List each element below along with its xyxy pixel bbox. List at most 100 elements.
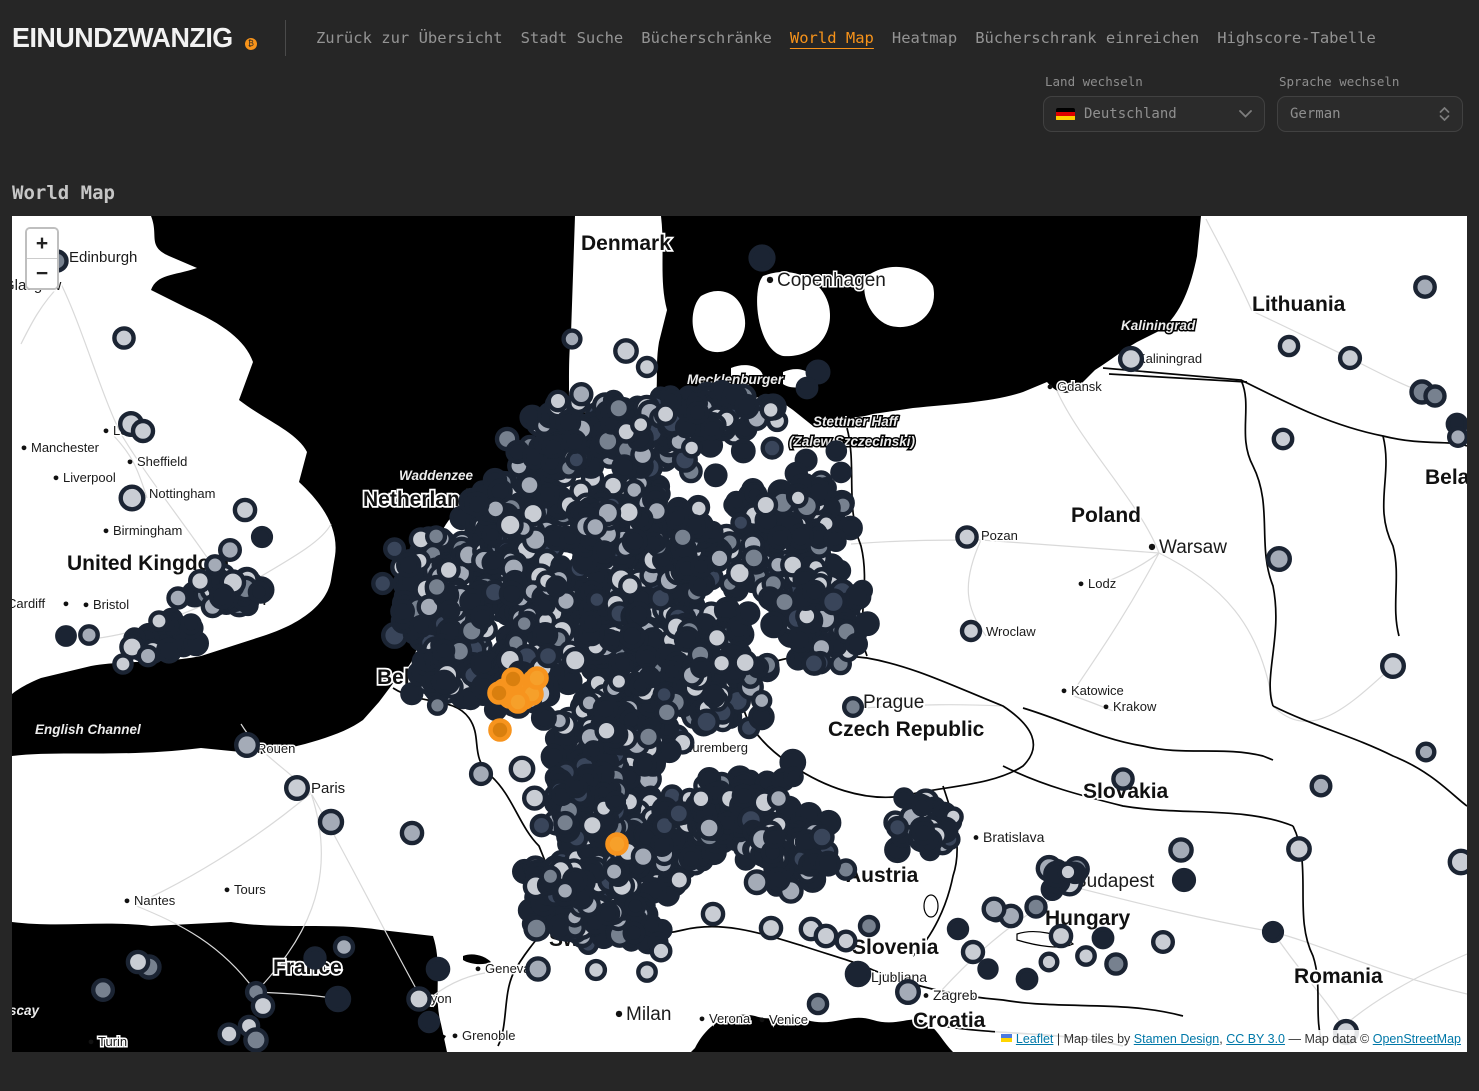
map-marker[interactable]: [564, 431, 584, 451]
map-marker[interactable]: [734, 786, 754, 806]
map-marker[interactable]: [211, 585, 233, 607]
map-marker[interactable]: [114, 655, 131, 672]
map-marker[interactable]: [1170, 839, 1191, 860]
map-marker[interactable]: [253, 528, 271, 546]
map-marker[interactable]: [548, 578, 566, 596]
map-marker[interactable]: [857, 614, 877, 634]
map-marker[interactable]: [804, 653, 824, 673]
map-marker[interactable]: [564, 649, 586, 671]
map-marker[interactable]: [652, 835, 671, 854]
map-marker[interactable]: [753, 692, 770, 709]
map-marker[interactable]: [472, 607, 492, 627]
map-marker[interactable]: [790, 629, 811, 650]
map-marker[interactable]: [114, 328, 133, 347]
map-marker-orange[interactable]: [509, 693, 528, 712]
map-marker[interactable]: [564, 331, 581, 348]
map-marker[interactable]: [1060, 864, 1077, 881]
nav-link-b-cherschr-nke[interactable]: Bücherschränke: [641, 29, 772, 47]
map-marker[interactable]: [643, 916, 661, 934]
map-marker[interactable]: [467, 494, 488, 515]
map-marker[interactable]: [1174, 870, 1194, 890]
map-marker[interactable]: [427, 527, 445, 545]
map-marker[interactable]: [80, 626, 97, 643]
map-marker[interactable]: [897, 981, 919, 1003]
map-marker[interactable]: [182, 615, 199, 632]
map-marker[interactable]: [428, 959, 448, 979]
map-marker[interactable]: [220, 540, 240, 560]
map-marker[interactable]: [582, 815, 603, 836]
map-marker[interactable]: [957, 527, 976, 546]
map-marker[interactable]: [844, 698, 862, 716]
map-marker[interactable]: [860, 917, 878, 935]
map-marker[interactable]: [526, 918, 548, 940]
map-marker[interactable]: [1051, 926, 1071, 946]
map-marker[interactable]: [555, 813, 574, 832]
map-marker[interactable]: [549, 392, 567, 410]
map-marker[interactable]: [696, 711, 718, 733]
map-marker[interactable]: [756, 495, 776, 515]
map-marker[interactable]: [746, 871, 768, 893]
map-marker[interactable]: [817, 853, 839, 875]
map-marker[interactable]: [420, 1013, 438, 1031]
map-marker[interactable]: [133, 421, 153, 441]
map-marker[interactable]: [615, 340, 636, 361]
map-marker[interactable]: [556, 882, 574, 900]
map-marker[interactable]: [1113, 769, 1132, 788]
map-marker[interactable]: [57, 627, 74, 644]
map-marker[interactable]: [434, 672, 454, 692]
zoom-out-button[interactable]: −: [27, 259, 57, 288]
map-marker[interactable]: [980, 961, 997, 978]
map-marker[interactable]: [692, 659, 709, 676]
nav-link-stadt-suche[interactable]: Stadt Suche: [521, 29, 624, 47]
map-marker[interactable]: [327, 988, 349, 1010]
map-marker[interactable]: [306, 949, 325, 968]
map-marker[interactable]: [1280, 337, 1298, 355]
map-marker[interactable]: [733, 441, 753, 461]
attribution-link-stamen-design[interactable]: Stamen Design: [1134, 1032, 1219, 1046]
map-marker[interactable]: [527, 958, 548, 979]
attribution-link-openstreetmap[interactable]: OpenStreetMap: [1373, 1032, 1461, 1046]
map-marker[interactable]: [624, 531, 646, 553]
map-marker[interactable]: [1288, 838, 1309, 859]
map-marker[interactable]: [632, 416, 649, 433]
map-marker[interactable]: [253, 996, 273, 1016]
map-marker[interactable]: [751, 247, 774, 270]
map-marker[interactable]: [1027, 898, 1046, 917]
map-marker[interactable]: [128, 952, 148, 972]
map-marker[interactable]: [511, 758, 533, 780]
map-marker[interactable]: [408, 988, 429, 1009]
map-marker[interactable]: [598, 904, 618, 924]
map-marker[interactable]: [93, 980, 113, 1000]
map-marker[interactable]: [735, 652, 756, 673]
map-marker[interactable]: [320, 811, 342, 833]
nav-link-heatmap[interactable]: Heatmap: [892, 29, 957, 47]
map-marker[interactable]: [790, 526, 812, 548]
map-marker[interactable]: [1340, 348, 1360, 368]
map-marker[interactable]: [761, 918, 781, 938]
map-marker[interactable]: [484, 553, 503, 572]
map-marker[interactable]: [1268, 548, 1290, 570]
map-marker[interactable]: [769, 870, 789, 890]
map-marker[interactable]: [743, 547, 764, 568]
map-marker[interactable]: [150, 612, 167, 629]
map-marker[interactable]: [250, 583, 268, 601]
map-marker[interactable]: [1041, 954, 1058, 971]
map-marker[interactable]: [738, 603, 758, 623]
country-select[interactable]: Deutschland: [1043, 96, 1265, 132]
nav-link-world-map[interactable]: World Map: [790, 29, 874, 47]
map-marker[interactable]: [620, 576, 639, 595]
map-marker[interactable]: [1449, 428, 1467, 446]
einundzwanzig-logo[interactable]: EINUNDZWANZIG ₿: [12, 24, 257, 52]
map-marker[interactable]: [516, 615, 533, 632]
map-marker[interactable]: [609, 398, 629, 418]
map-marker[interactable]: [638, 648, 656, 666]
map-marker[interactable]: [635, 755, 655, 775]
map-marker[interactable]: [847, 963, 869, 985]
map-marker[interactable]: [245, 1029, 266, 1050]
map-marker[interactable]: [499, 514, 522, 537]
map-marker[interactable]: [847, 635, 865, 653]
map-marker-orange[interactable]: [491, 721, 510, 740]
map-marker[interactable]: [828, 442, 845, 459]
map-marker[interactable]: [683, 440, 700, 457]
map-marker[interactable]: [429, 697, 446, 714]
